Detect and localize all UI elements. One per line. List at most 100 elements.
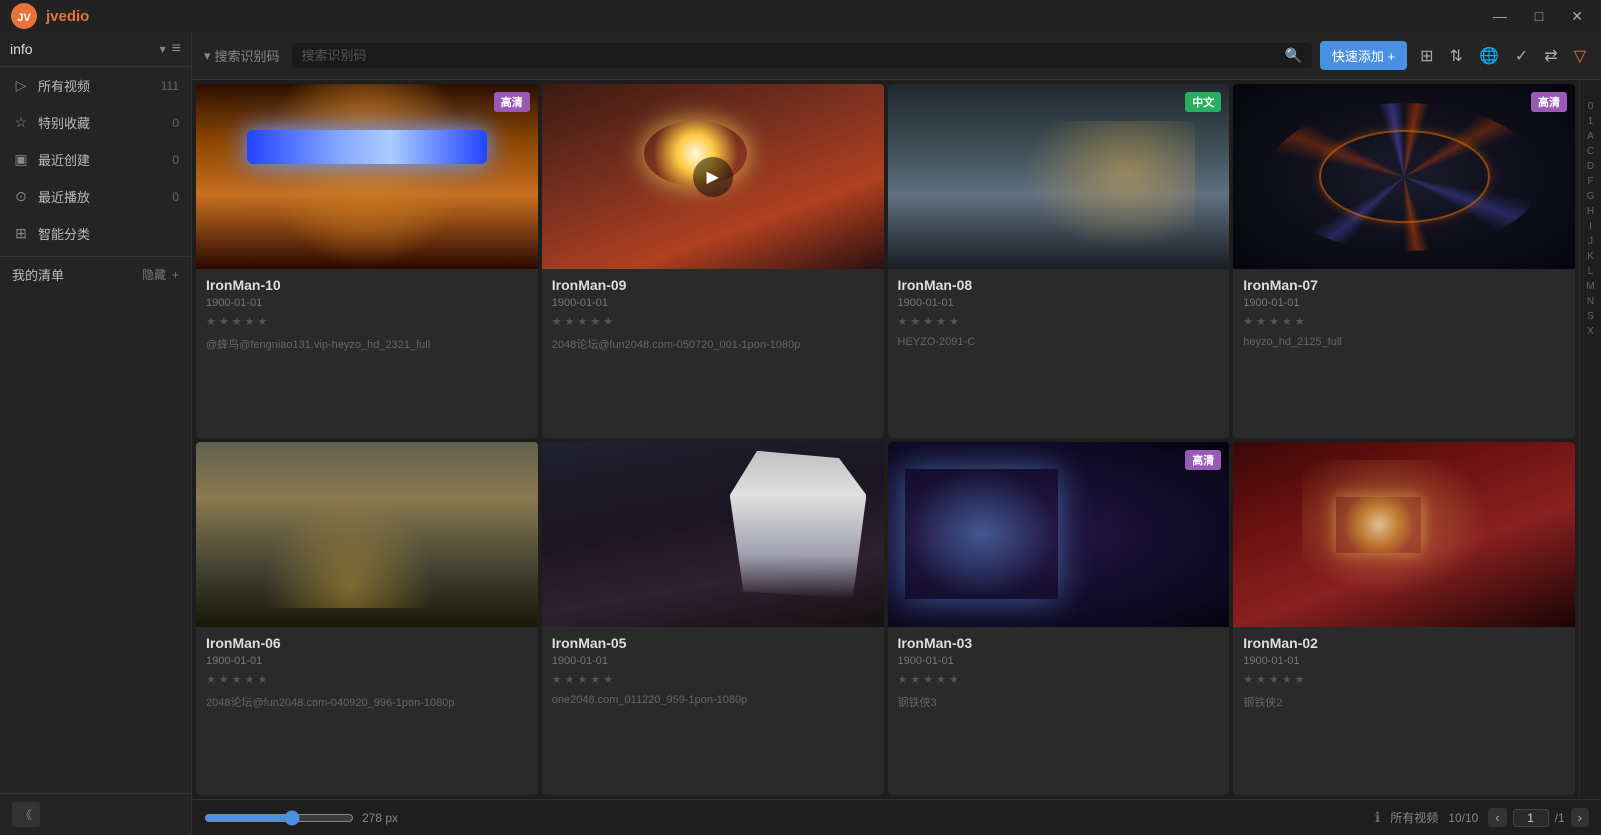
- video-card-ironman-06[interactable]: IronMan-06 1900-01-01 ★★★★★ 2048论坛@fun20…: [196, 442, 538, 796]
- grid-view-button[interactable]: ⊞: [1417, 43, 1436, 69]
- alpha-S[interactable]: S: [1587, 310, 1594, 323]
- sidebar-menu-icon[interactable]: ≡: [172, 40, 181, 58]
- video-title: IronMan-08: [898, 277, 1220, 293]
- sidebar-label-recent-played: 最近播放: [38, 187, 164, 206]
- search-type-dropdown[interactable]: ▾ 搜索识别码: [204, 46, 280, 65]
- alpha-X[interactable]: X: [1587, 325, 1594, 338]
- playlist-add-button[interactable]: +: [172, 268, 179, 282]
- video-card-ironman-05[interactable]: IronMan-05 1900-01-01 ★★★★★ one2048.com_…: [542, 442, 884, 796]
- prev-page-button[interactable]: ‹: [1488, 808, 1506, 827]
- video-info: IronMan-07 1900-01-01 ★★★★★ heyzo_hd_212…: [1233, 269, 1575, 438]
- quick-add-button[interactable]: 快速添加 +: [1320, 41, 1407, 70]
- alpha-J[interactable]: J: [1588, 235, 1593, 248]
- video-source: 2048论坛@fun2048.com-040920_996-1pon-1080p: [206, 694, 528, 710]
- video-info: IronMan-05 1900-01-01 ★★★★★ one2048.com_…: [542, 627, 884, 796]
- video-card-ironman-02[interactable]: IronMan-02 1900-01-01 ★★★★★ 钢铁侠2: [1233, 442, 1575, 796]
- video-source: heyzo_hd_2125_full: [1243, 336, 1565, 348]
- alpha-D[interactable]: D: [1587, 160, 1594, 173]
- sidebar-item-recent-played[interactable]: ⊙ 最近播放 0: [0, 178, 191, 215]
- page-controls: ‹ /1 ›: [1488, 808, 1589, 827]
- sidebar-label-recent-created: 最近创建: [38, 150, 164, 169]
- sidebar-count-recent-created: 0: [172, 153, 179, 167]
- badge-hd: 高清: [1185, 450, 1221, 470]
- sidebar-item-favorites[interactable]: ☆ 特别收藏 0: [0, 104, 191, 141]
- alpha-index: 0 1 A C D F G H I J K L M N S X: [1579, 80, 1601, 799]
- thumb-visual: ▶: [542, 84, 884, 269]
- video-date: 1900-01-01: [206, 297, 528, 309]
- sidebar-item-all-videos[interactable]: ▷ 所有视频 111: [0, 67, 191, 104]
- close-button[interactable]: ✕: [1563, 6, 1591, 27]
- star-icon: ☆: [12, 114, 30, 131]
- thumbnail-ironman-09: ▶: [542, 84, 884, 269]
- size-slider[interactable]: [204, 810, 354, 826]
- video-card-ironman-08[interactable]: 中文 IronMan-08 1900-01-01 ★★★★★ HEYZO-209…: [888, 84, 1230, 438]
- video-stars: ★★★★★: [898, 673, 1220, 686]
- language-button[interactable]: 🌐: [1476, 43, 1502, 69]
- video-title: IronMan-10: [206, 277, 528, 293]
- alpha-K[interactable]: K: [1587, 250, 1594, 263]
- thumb-visual: [1233, 442, 1575, 627]
- alpha-M[interactable]: M: [1586, 280, 1594, 293]
- video-stars: ★★★★★: [552, 673, 874, 686]
- thumb-visual: [888, 442, 1230, 627]
- alpha-1[interactable]: 1: [1588, 115, 1594, 128]
- alpha-0[interactable]: 0: [1588, 100, 1594, 113]
- statusbar: 278 px ℹ 所有视频 10/10 ‹ /1 ›: [192, 799, 1601, 835]
- video-date: 1900-01-01: [1243, 655, 1565, 667]
- minimize-button[interactable]: —: [1485, 6, 1515, 26]
- thumbnail-ironman-02: [1233, 442, 1575, 627]
- video-info: IronMan-10 1900-01-01 ★★★★★ @蜂鸟@fengniao…: [196, 269, 538, 438]
- video-title: IronMan-07: [1243, 277, 1565, 293]
- video-date: 1900-01-01: [1243, 297, 1565, 309]
- video-card-ironman-10[interactable]: 高清 IronMan-10 1900-01-01 ★★★★★ @蜂鸟@fengn…: [196, 84, 538, 438]
- info-icon[interactable]: ℹ: [1375, 809, 1380, 826]
- video-label: 所有视频: [1390, 809, 1438, 826]
- slider-wrapper: 278 px: [204, 810, 398, 826]
- alpha-H[interactable]: H: [1587, 205, 1594, 218]
- shuffle-button[interactable]: ⇄: [1541, 43, 1560, 69]
- alpha-A[interactable]: A: [1587, 130, 1594, 143]
- alpha-L[interactable]: L: [1588, 265, 1594, 278]
- alpha-I[interactable]: I: [1589, 220, 1592, 233]
- sidebar-collapse-button[interactable]: 《: [12, 802, 40, 827]
- filter-button[interactable]: ▽: [1571, 43, 1589, 69]
- alpha-G[interactable]: G: [1587, 190, 1595, 203]
- video-stars: ★★★★★: [898, 315, 1220, 328]
- folder-icon: ▣: [12, 151, 30, 168]
- alpha-N[interactable]: N: [1587, 295, 1594, 308]
- sidebar-item-smart-category[interactable]: ⊞ 智能分类: [0, 215, 191, 252]
- search-input[interactable]: [302, 48, 1277, 63]
- video-count: 10/10: [1448, 811, 1478, 825]
- video-source: HEYZO-2091-C: [898, 336, 1220, 348]
- playlist-hide-button[interactable]: 隐藏: [142, 266, 166, 283]
- size-label: 278 px: [362, 811, 398, 825]
- next-page-button[interactable]: ›: [1571, 808, 1589, 827]
- video-date: 1900-01-01: [206, 655, 528, 667]
- main: info ▾ ≡ ▷ 所有视频 111 ☆ 特别收藏 0 ▣ 最近创建 0 ⊙ …: [0, 32, 1601, 835]
- video-title: IronMan-06: [206, 635, 528, 651]
- thumbnail-ironman-08: [888, 84, 1230, 269]
- sidebar-label-all-videos: 所有视频: [38, 76, 153, 95]
- video-stars: ★★★★★: [206, 315, 528, 328]
- sidebar-dropdown-arrow[interactable]: ▾: [160, 42, 166, 56]
- alpha-F[interactable]: F: [1587, 175, 1593, 188]
- video-card-ironman-09[interactable]: ▶ IronMan-09 1900-01-01 ★★★★★ 2048论坛@fun…: [542, 84, 884, 438]
- video-stars: ★★★★★: [206, 673, 528, 686]
- titlebar-controls: — □ ✕: [1485, 6, 1591, 27]
- page-number-input[interactable]: [1513, 809, 1549, 827]
- grid-icon: ⊞: [12, 225, 30, 242]
- sidebar: info ▾ ≡ ▷ 所有视频 111 ☆ 特别收藏 0 ▣ 最近创建 0 ⊙ …: [0, 32, 192, 835]
- sidebar-item-recent-created[interactable]: ▣ 最近创建 0: [0, 141, 191, 178]
- video-stars: ★★★★★: [1243, 315, 1565, 328]
- search-icon[interactable]: 🔍: [1284, 47, 1301, 64]
- alpha-C[interactable]: C: [1587, 145, 1594, 158]
- video-card-ironman-07[interactable]: 高清 IronMan-07 1900-01-01 ★★★★★ heyzo_hd_…: [1233, 84, 1575, 438]
- check-button[interactable]: ✓: [1512, 43, 1531, 69]
- video-info: IronMan-03 1900-01-01 ★★★★★ 钢铁侠3: [888, 627, 1230, 796]
- sort-button[interactable]: ⇅: [1447, 43, 1466, 69]
- thumb-visual: [888, 84, 1230, 269]
- play-overlay: ▶: [693, 157, 733, 197]
- video-card-ironman-03[interactable]: 高清 IronMan-03 1900-01-01 ★★★★★ 钢铁侠3: [888, 442, 1230, 796]
- badge-cn: 中文: [1185, 92, 1221, 112]
- maximize-button[interactable]: □: [1527, 6, 1551, 26]
